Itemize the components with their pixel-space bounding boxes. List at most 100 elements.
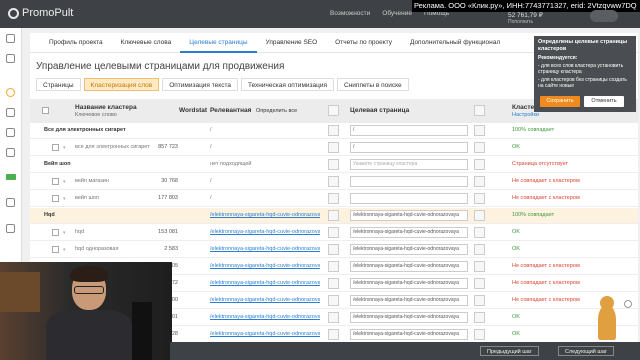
target-page-input[interactable]: /elektronnaya-sigareta-hqd-cuvie-odnoraz…: [350, 278, 468, 289]
copy-page-button[interactable]: [328, 312, 339, 323]
webcam-person-hair: [70, 266, 108, 282]
copy-page-button[interactable]: [328, 142, 339, 153]
tab-project-profile[interactable]: Профиль проекта: [40, 33, 112, 53]
target-page-input[interactable]: [350, 193, 468, 204]
target-page-input[interactable]: /elektronnaya-sigareta-hqd-cuvie-odnoraz…: [350, 295, 468, 306]
edit-page-button[interactable]: [474, 142, 485, 153]
search-icon[interactable]: [6, 88, 15, 97]
copy-page-button[interactable]: [328, 295, 339, 306]
target-page-input[interactable]: Укажите страницу кластера: [350, 159, 468, 170]
edit-page-button[interactable]: [474, 125, 485, 136]
subtab-technical[interactable]: Техническая оптимизация: [240, 78, 335, 91]
relevant-page[interactable]: /elektronnaya-sigareta-hqd-cuvie-odnoraz…: [210, 263, 320, 269]
subtab-text-optimization[interactable]: Оптимизация текста: [162, 78, 238, 91]
relevant-page[interactable]: /elektronnaya-sigareta-hqd-cuvie-odnoraz…: [210, 297, 320, 303]
copy-page-button[interactable]: [328, 244, 339, 255]
chevron-icon[interactable]: ▾: [63, 230, 66, 236]
edit-page-button[interactable]: [474, 193, 485, 204]
edit-page-button[interactable]: [474, 210, 485, 221]
target-page-input[interactable]: /elektronnaya-sigareta-hqd-cuvie-odnoraz…: [350, 312, 468, 323]
relevant-page[interactable]: /elektronnaya-sigareta-hqd-cuvie-odnoraz…: [210, 280, 320, 286]
relevant-page[interactable]: /elektronnaya-sigareta-hqd-cuvie-odnoraz…: [210, 229, 320, 235]
chevron-icon[interactable]: ▾: [63, 196, 66, 202]
edit-page-button[interactable]: [474, 176, 485, 187]
copy-page-button[interactable]: [328, 159, 339, 170]
prev-step-button[interactable]: Предыдущий шаг: [480, 346, 539, 356]
edit-page-button[interactable]: [474, 244, 485, 255]
copy-page-button[interactable]: [328, 329, 339, 340]
row-checkbox[interactable]: [52, 229, 59, 236]
copy-page-button[interactable]: [328, 227, 339, 238]
chevron-icon[interactable]: ▾: [63, 179, 66, 185]
define-all-button[interactable]: Определить все: [256, 108, 297, 114]
nav-learning[interactable]: Обучение: [382, 10, 412, 17]
copy-page-button[interactable]: [328, 125, 339, 136]
nav-features[interactable]: Возможности: [330, 10, 370, 17]
target-page-input[interactable]: /: [350, 142, 468, 153]
row-checkbox[interactable]: [52, 178, 59, 185]
col-cluster[interactable]: Название кластера: [75, 104, 137, 111]
row-checkbox[interactable]: [52, 246, 59, 253]
row-checkbox[interactable]: [52, 195, 59, 202]
copy-page-button[interactable]: [328, 261, 339, 272]
grid-icon[interactable]: [6, 34, 15, 43]
chart-icon[interactable]: [6, 108, 15, 117]
subtab-clustering[interactable]: Кластеризация слов: [83, 78, 160, 91]
relevant-page[interactable]: /elektronnaya-sigareta-hqd-cuvie-odnoraz…: [210, 314, 320, 320]
edit-page-button[interactable]: [474, 159, 485, 170]
relevant-page: /: [210, 195, 212, 201]
target-page-input[interactable]: [350, 176, 468, 187]
target-page-input[interactable]: /elektronnaya-sigareta-hqd-cuvie-odnoraz…: [350, 210, 468, 221]
target-page-input[interactable]: /elektronnaya-sigareta-hqd-cuvie-odnoraz…: [350, 227, 468, 238]
document-icon[interactable]: [6, 54, 15, 63]
logo[interactable]: PromoPult: [8, 7, 73, 19]
select-all-checkbox[interactable]: [42, 107, 49, 114]
tab-extra[interactable]: Дополнительный функционал: [401, 33, 509, 53]
target-icon[interactable]: [6, 128, 15, 137]
relevant-page[interactable]: /elektronnaya-sigareta-hqd-cuvie-odnoraz…: [210, 212, 320, 218]
tab-seo[interactable]: Управление SEO: [257, 33, 327, 53]
edit-page-button[interactable]: [474, 261, 485, 272]
col-target[interactable]: Целевая страница: [350, 107, 409, 114]
avatar[interactable]: [590, 10, 618, 22]
col-relevant[interactable]: Релевантная: [210, 107, 251, 114]
settings-link[interactable]: Настройки: [512, 112, 539, 118]
tab-keywords[interactable]: Ключевые слова: [112, 33, 181, 53]
edit-all-button[interactable]: [474, 105, 485, 116]
copy-page-button[interactable]: [328, 278, 339, 289]
edit-page-button[interactable]: [474, 278, 485, 289]
target-page-input[interactable]: /: [350, 125, 468, 136]
edit-page-button[interactable]: [474, 227, 485, 238]
edit-page-button[interactable]: [474, 295, 485, 306]
subtab-snippets[interactable]: Сниппеты в поиске: [337, 78, 409, 91]
subtab-pages[interactable]: Страницы: [36, 78, 81, 91]
edit-page-button[interactable]: [474, 329, 485, 340]
list-icon[interactable]: [6, 198, 15, 207]
target-page-input[interactable]: /elektronnaya-sigareta-hqd-cuvie-odnoraz…: [350, 244, 468, 255]
topup-link[interactable]: Пополнить: [508, 19, 533, 25]
edit-page-button[interactable]: [474, 312, 485, 323]
logo-text: PromoPult: [22, 7, 74, 19]
col-wordstat[interactable]: Wordstat: [179, 107, 207, 114]
relevant-page[interactable]: /elektronnaya-sigareta-hqd-cuvie-odnoraz…: [210, 246, 320, 252]
settings-icon[interactable]: [6, 148, 15, 157]
row-checkbox[interactable]: [52, 144, 59, 151]
relevant-page[interactable]: /elektronnaya-sigareta-hqd-cuvie-odnoraz…: [210, 331, 320, 337]
copy-all-button[interactable]: [328, 105, 339, 116]
user-icon[interactable]: [6, 224, 15, 233]
target-page-input[interactable]: /elektronnaya-sigareta-hqd-cuvie-odnoraz…: [350, 261, 468, 272]
target-page-input[interactable]: /elektronnaya-sigareta-hqd-cuvie-odnoraz…: [350, 329, 468, 340]
copy-page-button[interactable]: [328, 210, 339, 221]
copy-page-button[interactable]: [328, 193, 339, 204]
chevron-icon[interactable]: ▾: [63, 247, 66, 253]
next-step-button[interactable]: Следующий шаг: [558, 346, 614, 356]
copy-page-button[interactable]: [328, 176, 339, 187]
popup-cancel-button[interactable]: Отменить: [584, 96, 624, 107]
cluster-status: Не совпадает с кластером: [512, 297, 580, 303]
tab-target-pages[interactable]: Целевые страницы: [180, 33, 257, 53]
scroll-arrow-icon[interactable]: [624, 300, 632, 308]
tab-reports[interactable]: Отчеты по проекту: [326, 33, 401, 53]
relevant-page: нет подходящей: [210, 161, 252, 167]
popup-save-button[interactable]: Сохранить: [540, 96, 580, 107]
chevron-icon[interactable]: ▾: [63, 145, 66, 151]
